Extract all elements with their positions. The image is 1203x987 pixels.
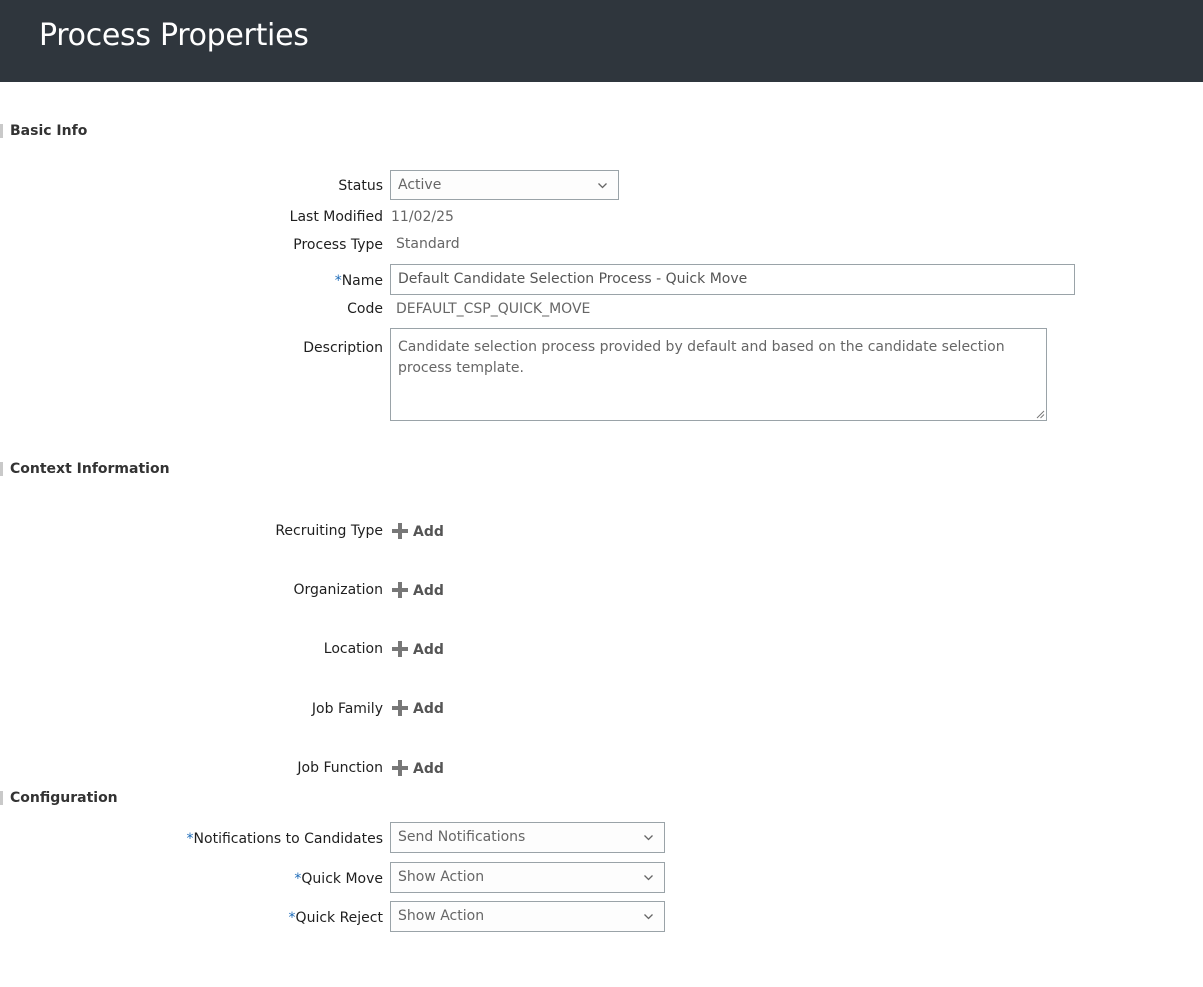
section-marker [0,791,3,805]
notifications-label: *Notifications to Candidates [186,831,383,847]
process-type-value: Standard [396,236,460,252]
section-configuration[interactable]: Configuration [10,789,118,807]
plus-icon [392,760,408,776]
chevron-down-icon [644,835,653,841]
plus-icon [392,582,408,598]
notifications-value: Send Notifications [398,829,526,845]
code-label: Code [347,301,383,317]
quick-move-label: *Quick Move [294,871,383,887]
plus-icon [392,700,408,716]
quick-reject-value: Show Action [398,908,485,924]
status-value: Active [398,177,442,193]
job-family-label: Job Family [311,701,383,717]
organization-label: Organization [293,582,383,598]
section-marker [0,124,3,138]
quick-move-value: Show Action [398,869,485,885]
page-header: Process Properties [0,0,1203,82]
quick-reject-label: *Quick Reject [288,910,383,926]
chevron-down-icon [598,183,607,189]
name-input[interactable]: Default Candidate Selection Process - Qu… [390,264,1075,295]
required-marker: * [186,831,194,847]
page-title: Process Properties [39,18,309,53]
required-marker: * [288,910,296,926]
location-label: Location [323,641,383,657]
last-modified-value: 11/02/25 [391,209,454,225]
name-label: *Name [334,273,383,289]
process-type-label: Process Type [293,237,383,253]
description-label: Description [303,340,383,356]
section-marker [0,462,3,476]
section-context-information[interactable]: Context Information [10,460,170,478]
notifications-select[interactable]: Send Notifications [390,822,665,853]
section-basic-info[interactable]: Basic Info [10,122,87,140]
status-label: Status [338,178,383,194]
description-value: Candidate selection process provided by … [398,339,1005,376]
code-value: DEFAULT_CSP_QUICK_MOVE [396,301,591,317]
job-function-label: Job Function [297,760,383,776]
plus-icon [392,523,408,539]
last-modified-label: Last Modified [289,209,383,225]
chevron-down-icon [644,875,653,881]
description-textarea[interactable]: Candidate selection process provided by … [390,328,1047,421]
quick-reject-select[interactable]: Show Action [390,901,665,932]
status-select[interactable]: Active [390,170,619,200]
plus-icon [392,641,408,657]
quick-move-select[interactable]: Show Action [390,862,665,893]
required-marker: * [334,273,342,289]
chevron-down-icon [644,914,653,920]
recruiting-type-label: Recruiting Type [275,523,383,539]
resize-grip-icon[interactable] [1035,409,1045,419]
